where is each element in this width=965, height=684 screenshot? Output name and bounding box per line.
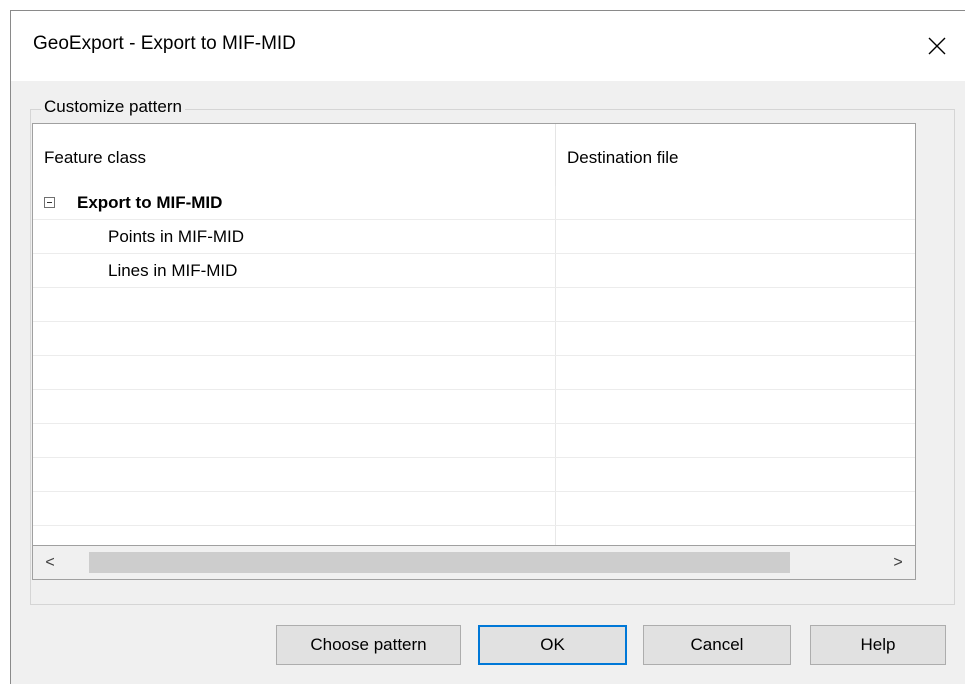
horizontal-scrollbar[interactable]: < >	[32, 546, 916, 580]
empty-row	[33, 424, 915, 458]
scroll-right-button[interactable]: >	[881, 546, 915, 579]
window-title: GeoExport - Export to MIF-MID	[33, 33, 296, 54]
column-header-feature-class[interactable]: Feature class	[33, 124, 555, 186]
empty-row	[33, 458, 915, 492]
row-label: Export to MIF-MID	[77, 193, 223, 212]
help-button[interactable]: Help	[810, 625, 946, 665]
column-header-label: Destination file	[567, 148, 679, 167]
chevron-right-icon: >	[893, 553, 903, 571]
tree-row-export-to-mif-mid[interactable]: Export to MIF-MID	[33, 186, 915, 220]
chevron-left-icon: <	[45, 553, 55, 571]
ok-button[interactable]: OK	[478, 625, 627, 665]
feature-class-grid[interactable]: Feature class Destination file Export to…	[32, 123, 916, 546]
choose-pattern-button[interactable]: Choose pattern	[276, 625, 461, 665]
group-label: Customize pattern	[41, 97, 185, 117]
empty-row	[33, 492, 915, 526]
empty-row	[33, 356, 915, 390]
tree-row-points-in-mif-mid[interactable]: Points in MIF-MID	[33, 220, 915, 254]
empty-row	[33, 288, 915, 322]
collapse-minus-icon[interactable]	[44, 197, 55, 208]
column-header-destination-file[interactable]: Destination file	[556, 124, 915, 186]
title-bar: GeoExport - Export to MIF-MID	[11, 11, 965, 81]
close-icon	[928, 37, 946, 55]
column-header-label: Feature class	[44, 148, 147, 167]
row-label: Lines in MIF-MID	[108, 261, 238, 280]
close-button[interactable]	[909, 11, 965, 81]
cancel-button[interactable]: Cancel	[643, 625, 791, 665]
tree-row-lines-in-mif-mid[interactable]: Lines in MIF-MID	[33, 254, 915, 288]
empty-row	[33, 526, 915, 545]
empty-row	[33, 322, 915, 356]
scrollbar-thumb[interactable]	[89, 552, 790, 573]
scroll-left-button[interactable]: <	[33, 546, 67, 579]
row-label: Points in MIF-MID	[108, 227, 245, 246]
empty-row	[33, 390, 915, 424]
